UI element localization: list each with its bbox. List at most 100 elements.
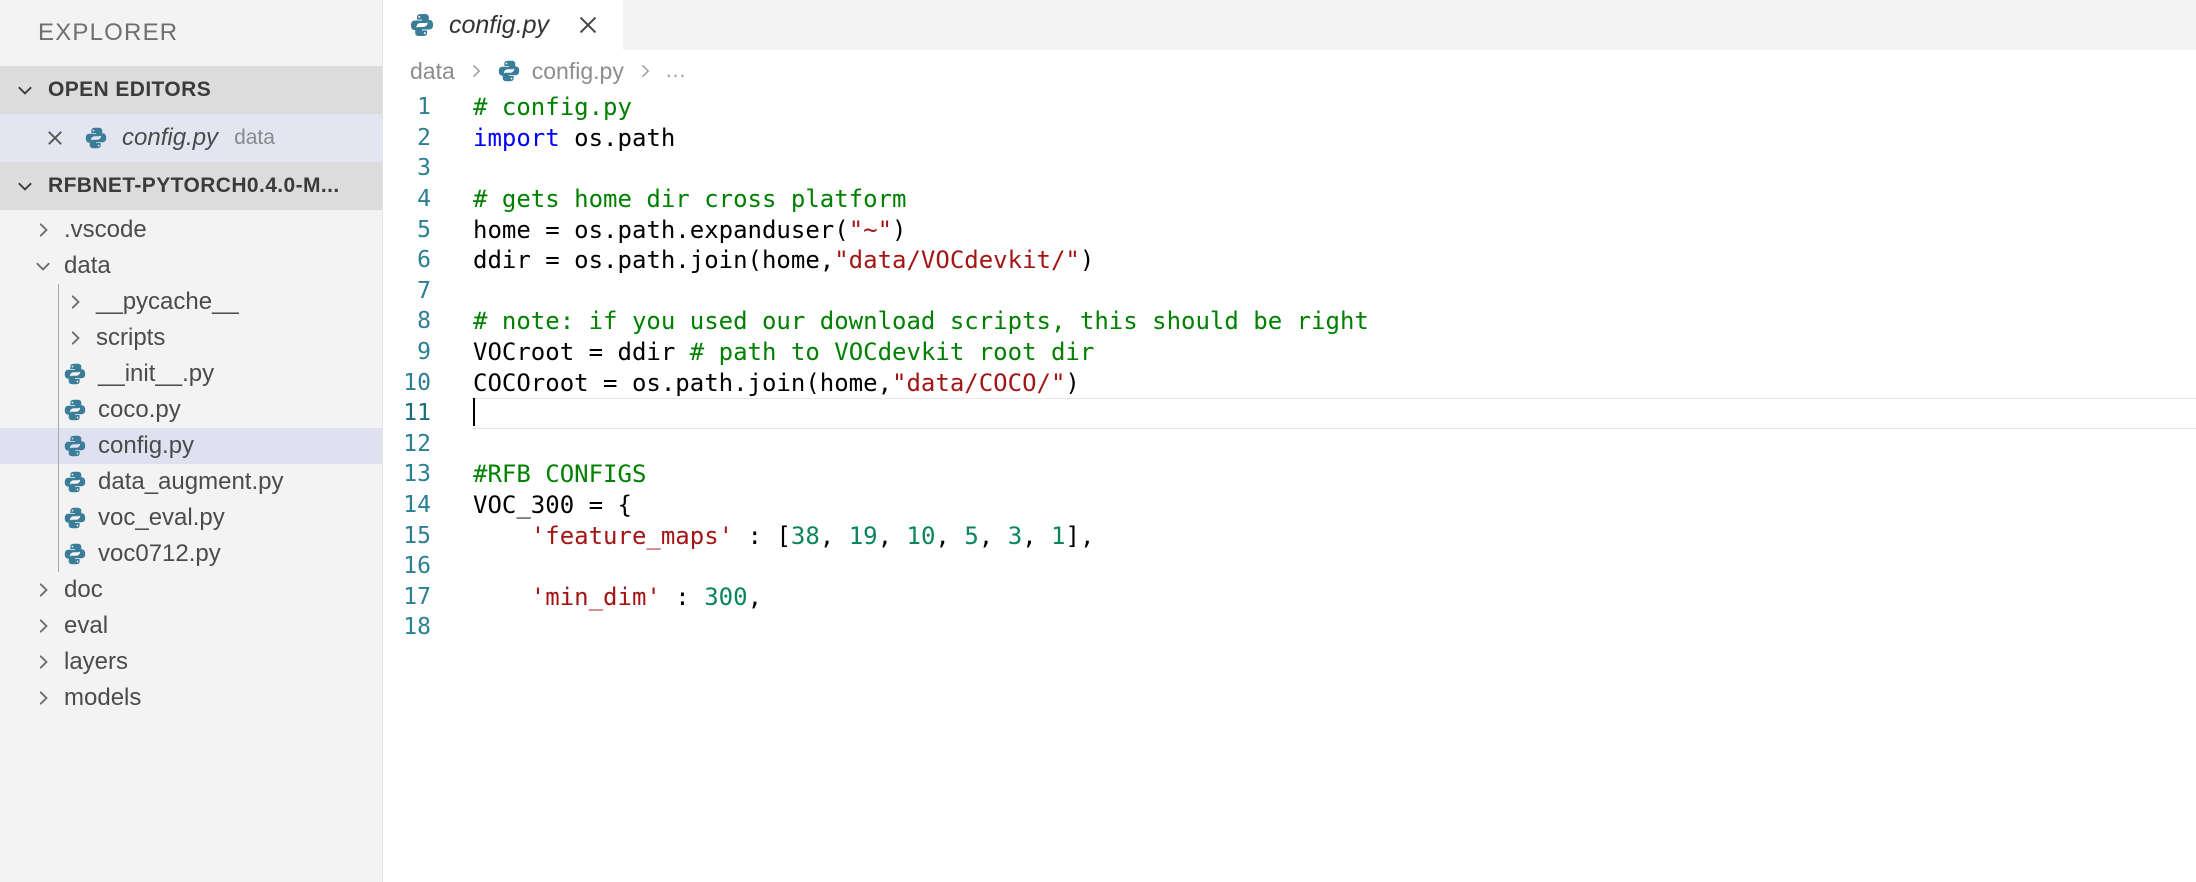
code-line-text: #RFB CONFIGS <box>451 460 646 488</box>
code-token-plain: : <box>660 582 705 611</box>
code-line[interactable]: 4 # gets home dir cross platform <box>383 184 2196 215</box>
tree-item-label: models <box>64 684 142 711</box>
breadcrumb-item-data[interactable]: data <box>410 58 455 85</box>
chevron-right-icon[interactable] <box>62 327 88 349</box>
code-token-string: 'min_dim' <box>530 582 661 611</box>
tree-item-data[interactable]: data <box>0 248 382 284</box>
code-line[interactable]: 14 VOC_300 = { <box>383 490 2196 521</box>
chevron-right-icon[interactable] <box>30 615 56 637</box>
code-token-string: 'feature_maps' <box>530 521 734 550</box>
tree-item-pycache[interactable]: __pycache__ <box>0 284 382 320</box>
breadcrumb-item-symbols[interactable]: ... <box>666 59 687 83</box>
chevron-right-icon[interactable] <box>30 579 56 601</box>
open-editor-item-config[interactable]: config.py data <box>0 114 382 162</box>
tree-item-voc0712-py[interactable]: voc0712.py <box>0 536 382 572</box>
code-token-string: "~" <box>848 215 893 244</box>
open-editors-section-header[interactable]: OPEN EDITORS <box>0 66 382 114</box>
chevron-right-icon <box>466 61 486 81</box>
tree-item-label: voc_eval.py <box>98 504 225 531</box>
tree-item-content: __pycache__ <box>0 284 239 320</box>
code-line[interactable]: 6 ddir = os.path.join(home,"data/VOCdevki… <box>383 245 2196 276</box>
indent-guide <box>58 464 59 500</box>
code-line[interactable]: 10 COCOroot = os.path.join(home,"data/COC… <box>383 367 2196 398</box>
line-number: 8 <box>417 308 431 335</box>
tab-config-py[interactable]: config.py <box>383 0 625 50</box>
code-line[interactable]: 2 import os.path <box>383 123 2196 154</box>
chevron-down-icon <box>14 175 36 197</box>
active-line-highlight <box>471 397 2196 429</box>
close-icon[interactable] <box>575 12 601 38</box>
tree-item-label: eval <box>64 612 109 639</box>
line-number: 2 <box>417 124 431 151</box>
code-line-text: # note: if you used our download scripts… <box>451 307 1369 335</box>
tree-item-layers[interactable]: layers <box>0 644 382 680</box>
tree-item-eval[interactable]: eval <box>0 608 382 644</box>
tree-item-content: __init__.py <box>0 356 214 392</box>
tree-item-content: config.py <box>0 428 194 464</box>
code-line[interactable]: 15 'feature_maps' : [38, 19, 10, 5, 3, 1… <box>383 520 2196 551</box>
code-line[interactable]: 9 VOCroot = ddir # path to VOCdevkit root… <box>383 337 2196 368</box>
python-icon <box>409 12 435 38</box>
open-editor-folder: data <box>234 126 275 149</box>
tree-item-label: scripts <box>96 324 166 351</box>
tree-item-content: scripts <box>0 320 165 356</box>
tree-item-voc-eval-py[interactable]: voc_eval.py <box>0 500 382 536</box>
code-token-plain: : [ <box>733 521 791 550</box>
code-line[interactable]: 8 # note: if you used our download script… <box>383 306 2196 337</box>
line-number: 14 <box>403 492 431 519</box>
code-line[interactable]: 13 #RFB CONFIGS <box>383 459 2196 490</box>
tree-item-content: voc_eval.py <box>0 500 225 536</box>
code-line[interactable]: 1 # config.py <box>383 92 2196 123</box>
tree-item-init-py[interactable]: __init__.py <box>0 356 382 392</box>
tree-item-vscode[interactable]: .vscode <box>0 212 382 248</box>
code-token-number: 3 <box>1007 521 1023 550</box>
code-token-comment: # gets home dir cross platform <box>473 185 907 214</box>
code-token-string: "data/VOCdevkit/" <box>834 246 1080 275</box>
code-token-number: 300 <box>704 582 748 611</box>
close-icon[interactable] <box>44 127 66 149</box>
chevron-down-icon <box>14 79 36 101</box>
tree-item-coco-py[interactable]: coco.py <box>0 392 382 428</box>
code-line[interactable]: 12 <box>383 429 2196 460</box>
chevron-right-icon[interactable] <box>62 291 88 313</box>
tree-item-config-py[interactable]: config.py <box>0 428 382 464</box>
tree-item-scripts[interactable]: scripts <box>0 320 382 356</box>
tree-item-content: data <box>0 248 111 284</box>
code-line[interactable]: 5 home = os.path.expanduser("~") <box>383 214 2196 245</box>
line-number: 6 <box>417 247 431 274</box>
code-line[interactable]: 18 <box>383 612 2196 643</box>
tree-item-data-augment-py[interactable]: data_augment.py <box>0 464 382 500</box>
chevron-right-icon[interactable] <box>30 651 56 673</box>
python-icon <box>497 59 521 83</box>
code-token-keyword: import <box>473 123 560 152</box>
code-line-text: COCOroot = os.path.join(home,"data/COCO/… <box>451 369 1080 397</box>
tree-item-doc[interactable]: doc <box>0 572 382 608</box>
code-line[interactable]: 16 <box>383 551 2196 582</box>
tab-label: config.py <box>449 10 550 39</box>
breadcrumb: data config.py ... <box>383 50 2196 92</box>
code-token-plain: ) <box>1079 246 1095 275</box>
chevron-right-icon[interactable] <box>30 219 56 241</box>
code-line-text: import os.path <box>451 124 675 152</box>
code-line[interactable]: 17 'min_dim' : 300, <box>383 582 2196 613</box>
tree-item-label: __init__.py <box>98 360 215 387</box>
tree-item-label: __pycache__ <box>96 288 239 315</box>
python-icon <box>62 470 88 494</box>
code-editor[interactable]: 1 # config.py 2 import os.path 3 4 # gets home… <box>383 92 2196 882</box>
tree-item-label: data_augment.py <box>98 468 284 495</box>
python-icon <box>62 542 88 566</box>
breadcrumb-item-config[interactable]: config.py <box>497 58 624 85</box>
code-line[interactable]: 3 <box>383 153 2196 184</box>
chevron-right-icon[interactable] <box>30 687 56 709</box>
indent-guide <box>58 536 59 572</box>
chevron-down-icon[interactable] <box>30 255 56 277</box>
tree-item-models[interactable]: models <box>0 680 382 716</box>
line-number: 5 <box>417 216 431 243</box>
line-number: 11 <box>403 400 431 427</box>
code-line[interactable]: 11 <box>383 397 2196 429</box>
code-line[interactable]: 7 <box>383 276 2196 307</box>
workspace-section-header[interactable]: RFBNET-PYTORCH0.4.0-M... <box>0 162 382 210</box>
line-number: 18 <box>403 614 431 641</box>
tree-item-label: data <box>64 252 111 279</box>
open-editors-label: OPEN EDITORS <box>48 78 212 101</box>
